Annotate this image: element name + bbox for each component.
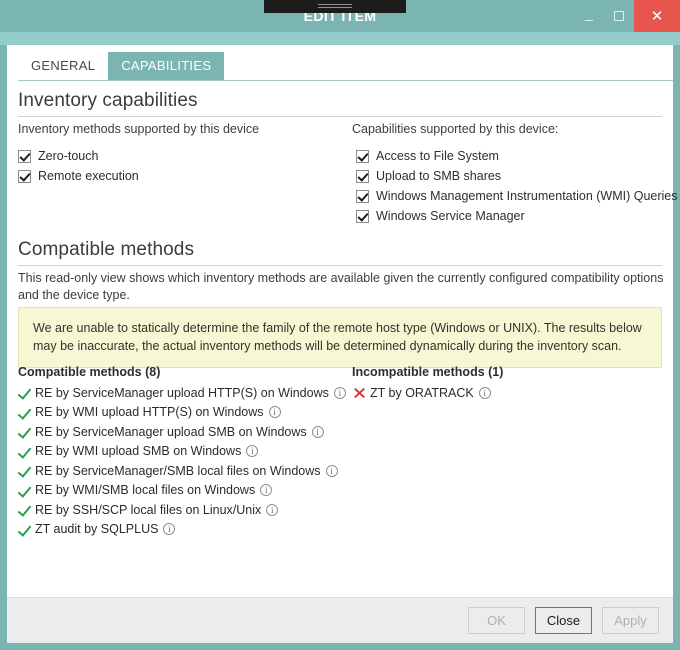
checkbox-wmi-queries[interactable]: Windows Management Instrumentation (WMI)… <box>356 187 678 205</box>
checkbox-icon[interactable] <box>356 210 369 223</box>
incompatible-methods-list: ZT by ORATRACK i <box>352 383 491 403</box>
maximize-icon <box>614 11 624 21</box>
method-label: ZT audit by SQLPLUS <box>35 522 158 536</box>
list-item[interactable]: RE by ServiceManager/SMB local files on … <box>18 461 346 481</box>
window-controls: _ ✕ <box>574 0 680 32</box>
checkbox-windows-service-manager[interactable]: Windows Service Manager <box>356 207 525 225</box>
checkbox-remote-execution[interactable]: Remote execution <box>18 167 139 185</box>
info-icon[interactable]: i <box>479 387 491 399</box>
check-icon <box>18 463 33 478</box>
minimize-button[interactable]: _ <box>574 0 604 32</box>
info-icon[interactable]: i <box>269 406 281 418</box>
title-underband <box>0 32 680 45</box>
list-item[interactable]: ZT audit by SQLPLUS i <box>18 520 346 540</box>
checkbox-label: Access to File System <box>376 149 499 163</box>
info-icon[interactable]: i <box>312 426 324 438</box>
checkbox-icon[interactable] <box>18 170 31 183</box>
compatible-methods-heading: Compatible methods <box>18 239 194 261</box>
checkbox-label: Remote execution <box>38 169 139 183</box>
tab-capabilities[interactable]: CAPABILITIES <box>108 52 224 80</box>
list-item[interactable]: RE by ServiceManager upload HTTP(S) on W… <box>18 383 346 403</box>
title-bar[interactable]: EDIT ITEM _ ✕ <box>0 0 680 32</box>
inventory-right-label: Capabilities supported by this device: <box>352 122 558 136</box>
close-dialog-button[interactable]: Close <box>535 607 592 634</box>
method-label: RE by ServiceManager upload HTTP(S) on W… <box>35 386 329 400</box>
inventory-heading-rule <box>18 116 662 117</box>
compatible-heading-rule <box>18 265 662 266</box>
ok-button[interactable]: OK <box>468 607 525 634</box>
check-icon <box>18 424 33 439</box>
tab-underline <box>18 80 673 81</box>
checkbox-icon[interactable] <box>356 170 369 183</box>
cross-icon <box>352 385 367 400</box>
info-icon[interactable]: i <box>260 484 272 496</box>
tab-general[interactable]: GENERAL <box>18 52 108 80</box>
warning-banner: We are unable to statically determine th… <box>18 307 662 368</box>
checkbox-label: Windows Management Instrumentation (WMI)… <box>376 189 678 203</box>
list-item[interactable]: RE by ServiceManager upload SMB on Windo… <box>18 422 346 442</box>
method-label: RE by SSH/SCP local files on Linux/Unix <box>35 503 261 517</box>
info-icon[interactable]: i <box>246 445 258 457</box>
inventory-capabilities-heading: Inventory capabilities <box>18 90 198 112</box>
check-icon <box>18 522 33 537</box>
overlay-handle-bar <box>264 0 406 13</box>
checkbox-label: Windows Service Manager <box>376 209 525 223</box>
method-label: RE by ServiceManager upload SMB on Windo… <box>35 425 307 439</box>
list-item[interactable]: ZT by ORATRACK i <box>352 383 491 403</box>
method-label: RE by ServiceManager/SMB local files on … <box>35 464 321 478</box>
check-icon <box>18 444 33 459</box>
info-icon[interactable]: i <box>266 504 278 516</box>
info-icon[interactable]: i <box>163 523 175 535</box>
checkbox-icon[interactable] <box>18 150 31 163</box>
checkbox-icon[interactable] <box>356 190 369 203</box>
drag-handle-icon <box>318 4 352 9</box>
footer-button-row: OK Close Apply <box>468 607 659 634</box>
checkbox-upload-to-smb-shares[interactable]: Upload to SMB shares <box>356 167 501 185</box>
method-label: ZT by ORATRACK <box>370 386 474 400</box>
info-icon[interactable]: i <box>326 465 338 477</box>
method-label: RE by WMI upload HTTP(S) on Windows <box>35 405 264 419</box>
checkbox-zero-touch[interactable]: Zero-touch <box>18 147 98 165</box>
method-label: RE by WMI/SMB local files on Windows <box>35 483 255 497</box>
checkbox-access-to-file-system[interactable]: Access to File System <box>356 147 499 165</box>
check-icon <box>18 405 33 420</box>
method-label: RE by WMI upload SMB on Windows <box>35 444 241 458</box>
close-button[interactable]: ✕ <box>634 0 680 32</box>
list-item[interactable]: RE by WMI upload SMB on Windows i <box>18 442 346 462</box>
edit-item-dialog: EDIT ITEM _ ✕ GENERAL CAPABILITIES Inven… <box>0 0 680 650</box>
check-icon <box>18 385 33 400</box>
list-item[interactable]: RE by SSH/SCP local files on Linux/Unix … <box>18 500 346 520</box>
list-item[interactable]: RE by WMI upload HTTP(S) on Windows i <box>18 403 346 423</box>
dialog-content: Inventory capabilities Inventory methods… <box>7 82 673 597</box>
check-icon <box>18 502 33 517</box>
compatible-description: This read-only view shows which inventor… <box>18 270 666 304</box>
compatible-methods-list: RE by ServiceManager upload HTTP(S) on W… <box>18 383 346 539</box>
list-item[interactable]: RE by WMI/SMB local files on Windows i <box>18 481 346 501</box>
checkbox-label: Upload to SMB shares <box>376 169 501 183</box>
maximize-button[interactable] <box>604 0 634 32</box>
check-icon <box>18 483 33 498</box>
info-icon[interactable]: i <box>334 387 346 399</box>
tab-bar: GENERAL CAPABILITIES <box>7 45 673 82</box>
compatible-methods-count-label: Compatible methods (8) <box>18 365 160 379</box>
inventory-left-label: Inventory methods supported by this devi… <box>18 122 259 136</box>
dialog-footer: OK Close Apply <box>7 597 673 643</box>
apply-button[interactable]: Apply <box>602 607 659 634</box>
checkbox-icon[interactable] <box>356 150 369 163</box>
checkbox-label: Zero-touch <box>38 149 98 163</box>
incompatible-methods-count-label: Incompatible methods (1) <box>352 365 503 379</box>
